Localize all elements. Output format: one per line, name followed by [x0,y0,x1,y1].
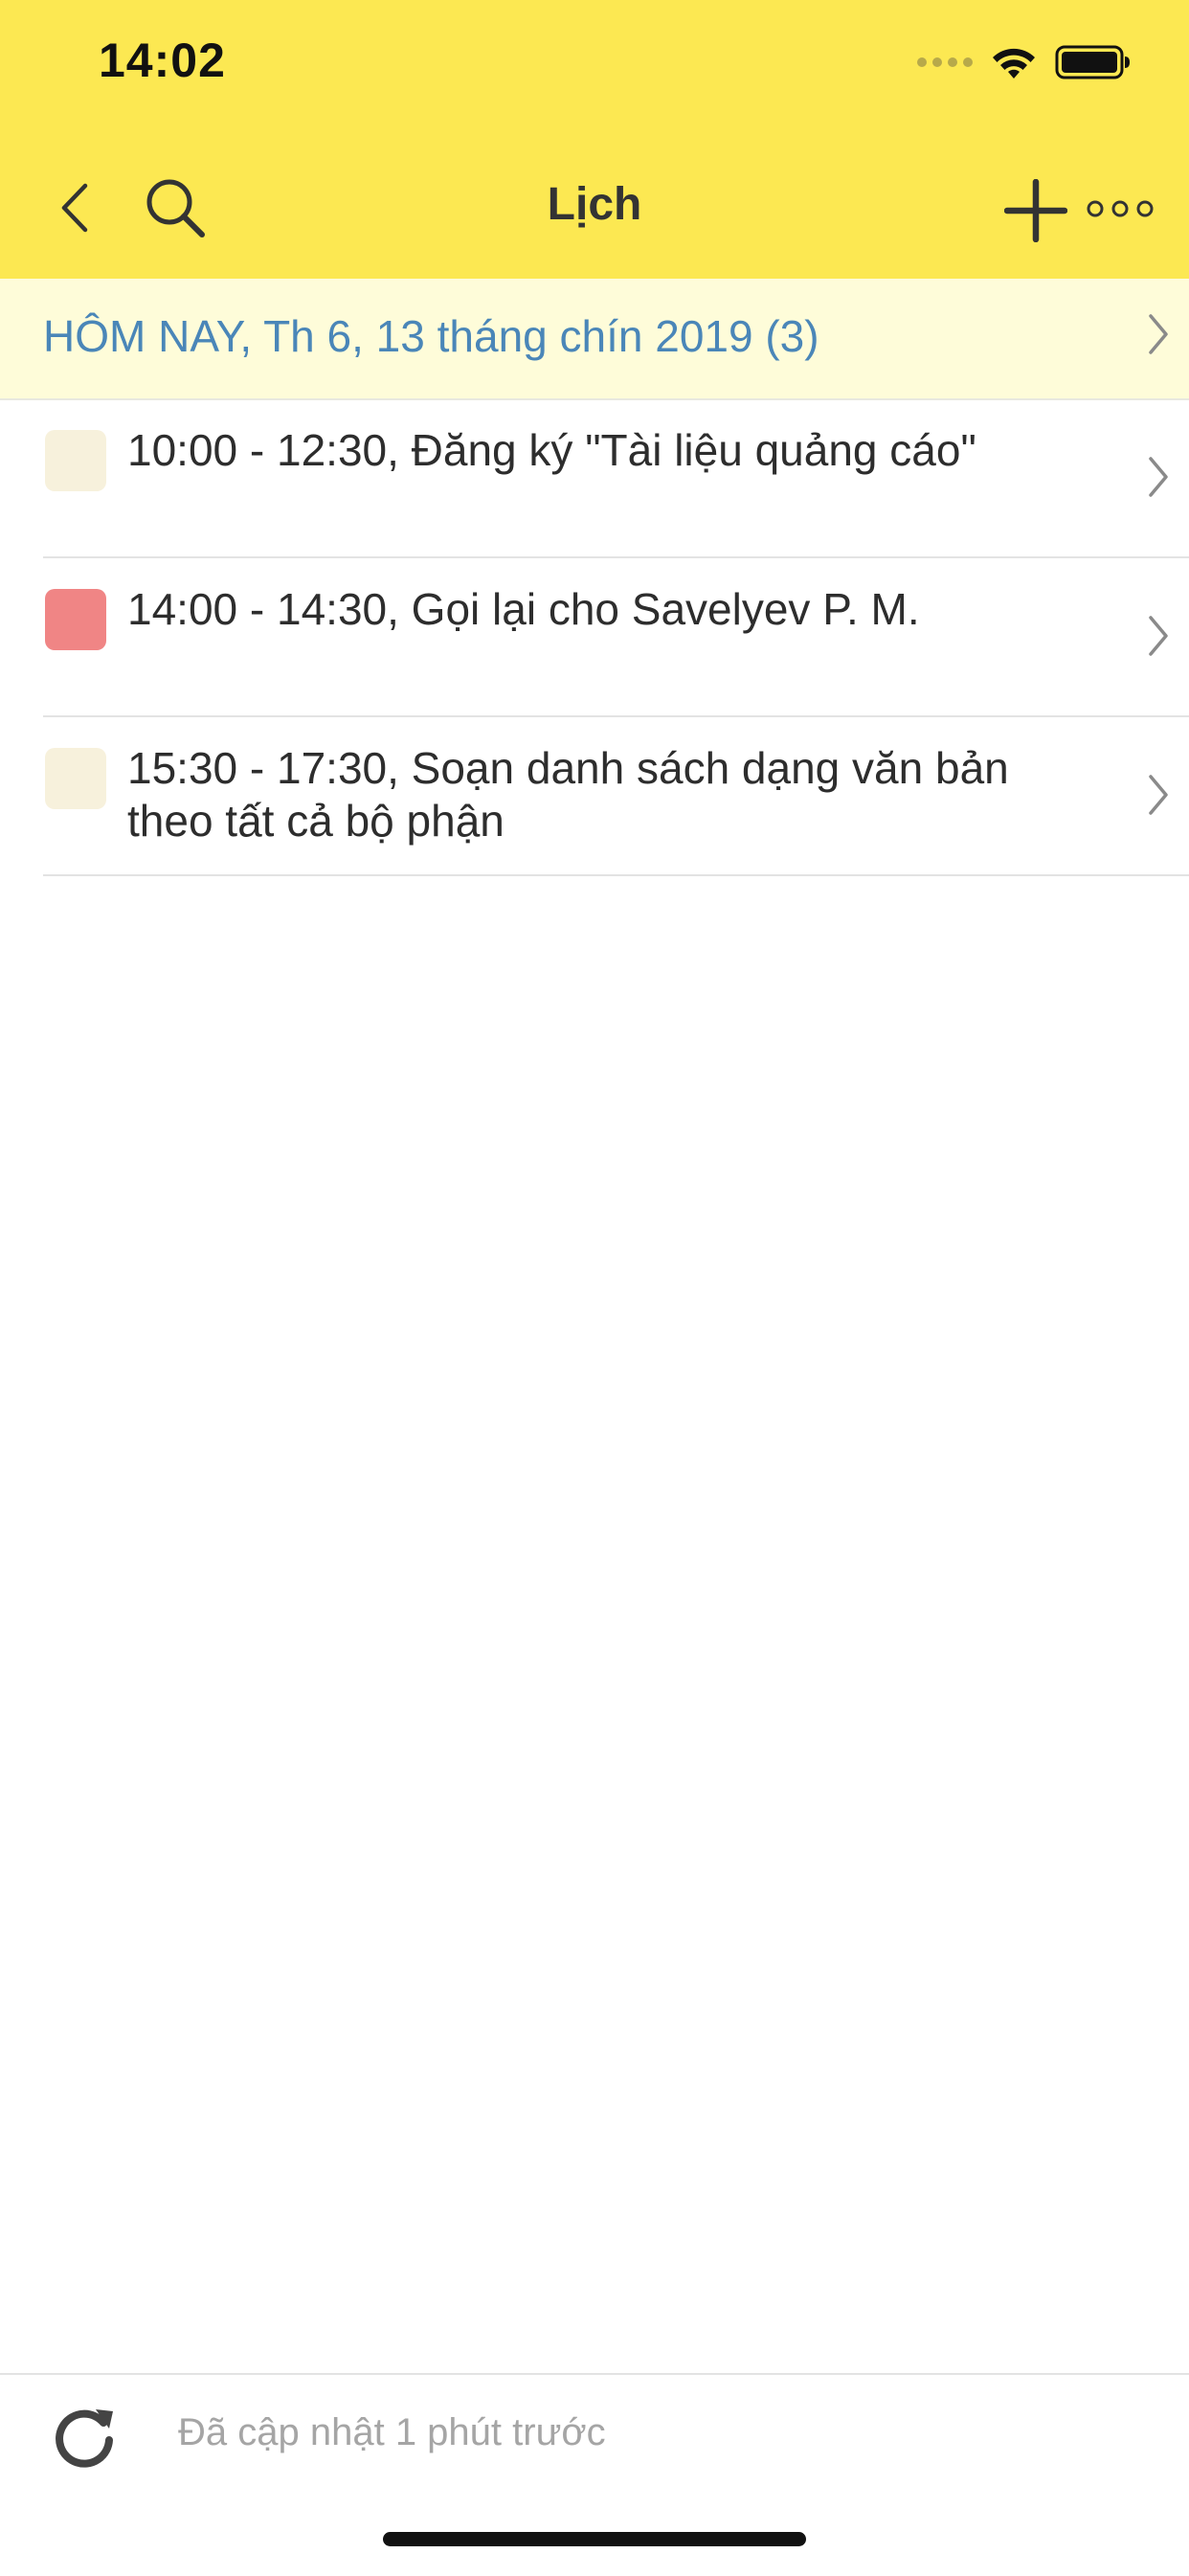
refresh-icon [56,2409,113,2468]
refresh-button[interactable] [50,2402,119,2471]
signal-icon [917,57,973,67]
event-title: 15:30 - 17:30, Soạn danh sách dạng văn b… [127,743,1009,846]
event-row[interactable]: 10:00 - 12:30, Đăng ký "Tài liệu quảng c… [43,399,1189,558]
plus-icon [1004,179,1067,242]
chevron-right-icon [1149,775,1168,815]
event-color-swatch [45,748,106,809]
more-button[interactable] [1082,188,1158,230]
event-row[interactable]: 15:30 - 17:30, Soạn danh sách dạng văn b… [43,717,1189,876]
home-indicator [383,2532,806,2546]
last-updated-text: Đã cập nhật 1 phút trước [178,2411,606,2453]
today-label: HÔM NAY, Th 6, 13 tháng chín 2019 (3) [43,311,819,361]
chevron-right-icon [1149,314,1168,354]
app-header: 14:02 Lịch [0,0,1189,279]
event-title: 10:00 - 12:30, Đăng ký "Tài liệu quảng c… [127,425,976,475]
today-section-header[interactable]: HÔM NAY, Th 6, 13 tháng chín 2019 (3) [0,279,1189,400]
status-indicators [917,40,1132,84]
event-title: 14:00 - 14:30, Gọi lại cho Savelyev P. M… [127,584,920,634]
more-horizontal-icon [1087,200,1154,217]
battery-icon [1055,45,1130,79]
status-time: 14:02 [99,34,226,87]
event-color-swatch [45,430,106,491]
event-row[interactable]: 14:00 - 14:30, Gọi lại cho Savelyev P. M… [43,558,1189,717]
chevron-right-icon [1149,616,1168,656]
wifi-icon [993,48,1035,79]
event-color-swatch [45,589,106,650]
chevron-right-icon [1149,457,1168,497]
add-event-button[interactable] [1001,176,1070,245]
